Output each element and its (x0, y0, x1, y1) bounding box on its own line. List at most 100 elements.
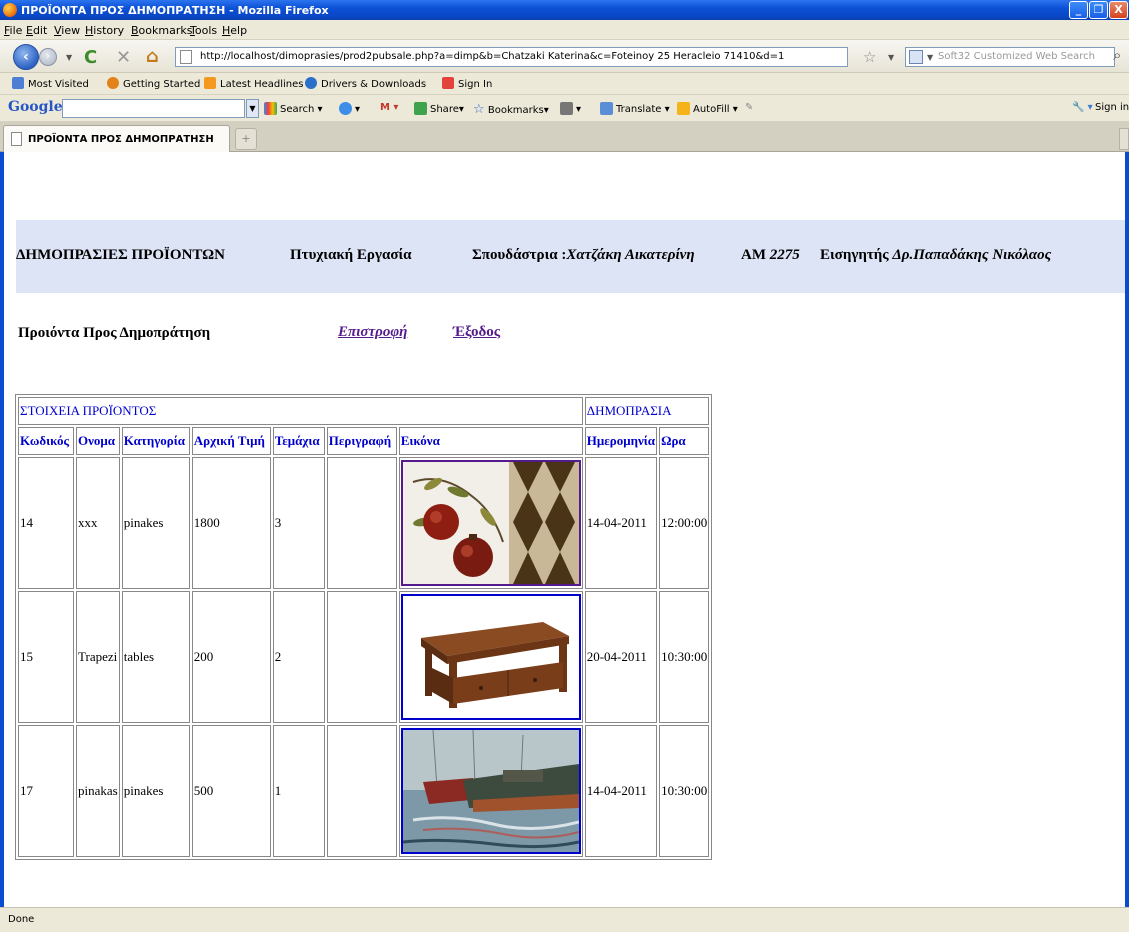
history-dropdown-icon[interactable]: ▼ (66, 53, 72, 62)
home-icon[interactable]: ⌂ (146, 46, 159, 67)
new-tab-button[interactable]: + (235, 128, 257, 150)
col-header-code: Κωδικός (18, 427, 74, 455)
back-link[interactable]: Επιστροφή (338, 324, 407, 341)
engine-dropdown-icon[interactable]: ▼ (927, 53, 933, 62)
cell-name: xxx (76, 457, 120, 589)
menu-view[interactable]: View (54, 24, 80, 37)
cell-price: 1800 (191, 457, 271, 589)
col-header-pieces: Τεμάχια (272, 427, 325, 455)
gmail-button[interactable]: M ▾ (380, 102, 398, 113)
tab-list-button[interactable] (1119, 128, 1129, 150)
col-header-category: Κατηγορία (121, 427, 190, 455)
google-search-icon (264, 102, 277, 115)
close-button[interactable]: X (1109, 1, 1128, 19)
toolbar-label: Bookmarks (487, 105, 544, 116)
bookmarks-button[interactable]: ☆ Bookmarks▾ (473, 102, 549, 117)
minimize-button[interactable]: _ (1069, 1, 1088, 19)
bookmark-getting-started[interactable]: Getting Started (107, 77, 200, 90)
most-visited-icon (12, 77, 24, 89)
pencil-icon (677, 102, 690, 115)
table-row: 14 xxx pinakes 1800 3 14-04-2011 12:00:0… (18, 457, 710, 589)
status-bar: Done (0, 907, 1129, 932)
window-border-left (0, 152, 4, 907)
back-button[interactable]: ‹ (13, 44, 39, 70)
sign-in-button[interactable]: Sign in (1095, 102, 1129, 113)
cell-category: tables (121, 591, 190, 723)
cell-time: 12:00:00 (659, 457, 710, 589)
forward-button[interactable]: › (39, 48, 57, 66)
windows-live-icon (442, 77, 454, 89)
google-search-button[interactable]: Search ▾ (264, 102, 323, 115)
tab-active[interactable]: ΠΡΟΪΟΝΤΑ ΠΡΟΣ ΔΗΜΟΠΡΑΤΗΣΗ (3, 125, 230, 152)
supervisor-label: Εισηγητής (820, 247, 889, 263)
cell-code: 15 (18, 591, 74, 723)
url-dropdown-icon[interactable]: ▼ (888, 53, 894, 62)
tab-bar: ΠΡΟΪΟΝΤΑ ΠΡΟΣ ΔΗΜΟΠΡΑΤΗΣΗ + (0, 122, 1129, 152)
window-border-right (1125, 152, 1129, 907)
firefox-icon (3, 3, 17, 17)
search-icon[interactable]: ⌕ (1113, 46, 1121, 64)
web-search-box[interactable]: ▼ Soft32 Customized Web Search (905, 47, 1115, 67)
am-info: ΑΜ 2275 (741, 247, 800, 264)
exit-link[interactable]: Έξοδος (453, 324, 500, 341)
cell-image (398, 591, 583, 723)
menu-history[interactable]: History (85, 24, 124, 37)
menu-file[interactable]: File (4, 24, 22, 37)
address-bar[interactable]: http://localhost/dimoprasies/prod2pubsal… (175, 47, 848, 67)
search-engine-icon[interactable] (909, 50, 923, 64)
cell-time: 10:30:00 (659, 725, 710, 857)
menu-bookmarks[interactable]: Bookmarks (131, 24, 192, 37)
cell-pieces: 1 (272, 725, 325, 857)
share-button[interactable]: Share▾ (414, 102, 464, 115)
toolbar-label: Search (280, 104, 315, 115)
bookmarks-toolbar: Most Visited Getting Started Latest Head… (0, 73, 1129, 95)
search-placeholder: Soft32 Customized Web Search (938, 51, 1095, 62)
autofill-button[interactable]: AutoFill ▾ (677, 102, 738, 115)
product-image-link[interactable] (400, 728, 581, 854)
google-toolbar: Google ▼ Search ▾ ▾ M ▾ Share▾ ☆ Bookmar… (0, 95, 1129, 122)
toolbar-drops-button[interactable]: ▾ (339, 102, 360, 115)
products-table: ΣΤΟΙΧΕΙΑ ΠΡΟΪΟΝΤΟΣ ΔΗΜΟΠΡΑΣΙΑ Κωδικός Ον… (15, 394, 713, 860)
wrench-icon[interactable]: 🔧 ▾ (1072, 102, 1093, 113)
google-logo[interactable]: Google (8, 99, 63, 115)
edit-icon[interactable]: ✎ (745, 102, 753, 113)
translate-button[interactable]: Translate ▾ (600, 102, 670, 115)
bookmark-latest-headlines[interactable]: Latest Headlines (204, 77, 304, 90)
menu-help[interactable]: Help (222, 24, 247, 37)
product-image-link[interactable] (400, 594, 581, 720)
google-search-input[interactable] (62, 99, 245, 118)
bookmark-sign-in[interactable]: Sign In (442, 77, 492, 90)
cell-name: Trapezi (76, 591, 120, 723)
google-search-dropdown[interactable]: ▼ (246, 99, 259, 118)
col-header-image: Εικόνα (398, 427, 583, 455)
group-header-auction: ΔΗΜΟΠΡΑΣΙΑ (584, 397, 710, 425)
tab-title: ΠΡΟΪΟΝΤΑ ΠΡΟΣ ΔΗΜΟΠΡΑΤΗΣΗ (28, 134, 214, 145)
bookmark-drivers-downloads[interactable]: Drivers & Downloads (305, 77, 426, 90)
painting-pomegranates-image (402, 462, 579, 584)
col-header-name: Ονομα (76, 427, 120, 455)
toolbar-label: Share (430, 104, 459, 115)
col-header-time: Ωρα (659, 427, 710, 455)
student-info: Σπουδάστρια :Χατζάκη Αικατερίνη (472, 247, 695, 264)
project-title: Πτυχιακή Εργασία (290, 247, 412, 263)
reload-icon[interactable]: C (84, 47, 97, 68)
rss-icon (204, 77, 216, 89)
stop-icon[interactable]: ✕ (116, 47, 131, 68)
window-title-bar[interactable]: ΠΡΟΪΟΝΤΑ ΠΡΟΣ ΔΗΜΟΠΡΑΤΗΣΗ - Mozilla Fire… (0, 0, 1129, 20)
url-text[interactable]: http://localhost/dimoprasies/prod2pubsal… (200, 51, 784, 62)
menu-edit[interactable]: Edit (26, 24, 47, 37)
bookmark-most-visited[interactable]: Most Visited (12, 77, 89, 90)
product-image-link[interactable] (400, 460, 581, 586)
maximize-button[interactable]: ❐ (1089, 1, 1108, 19)
cell-date: 14-04-2011 (584, 725, 658, 857)
page-header: ΔΗΜΟΠΡΑΣΙΕΣ ΠΡΟΪΟΝΤΩΝ Πτυχιακή Εργασία Σ… (16, 220, 1129, 293)
cell-category: pinakes (121, 457, 190, 589)
page-icon (180, 50, 192, 64)
menu-tools[interactable]: Tools (190, 24, 217, 37)
cell-description (326, 457, 397, 589)
toolbar-extra-button[interactable]: ▾ (560, 102, 581, 115)
bookmark-star-icon[interactable]: ☆ (863, 48, 876, 66)
cell-category: pinakes (121, 725, 190, 857)
cell-price: 200 (191, 591, 271, 723)
bookmark-label: Getting Started (123, 79, 201, 90)
